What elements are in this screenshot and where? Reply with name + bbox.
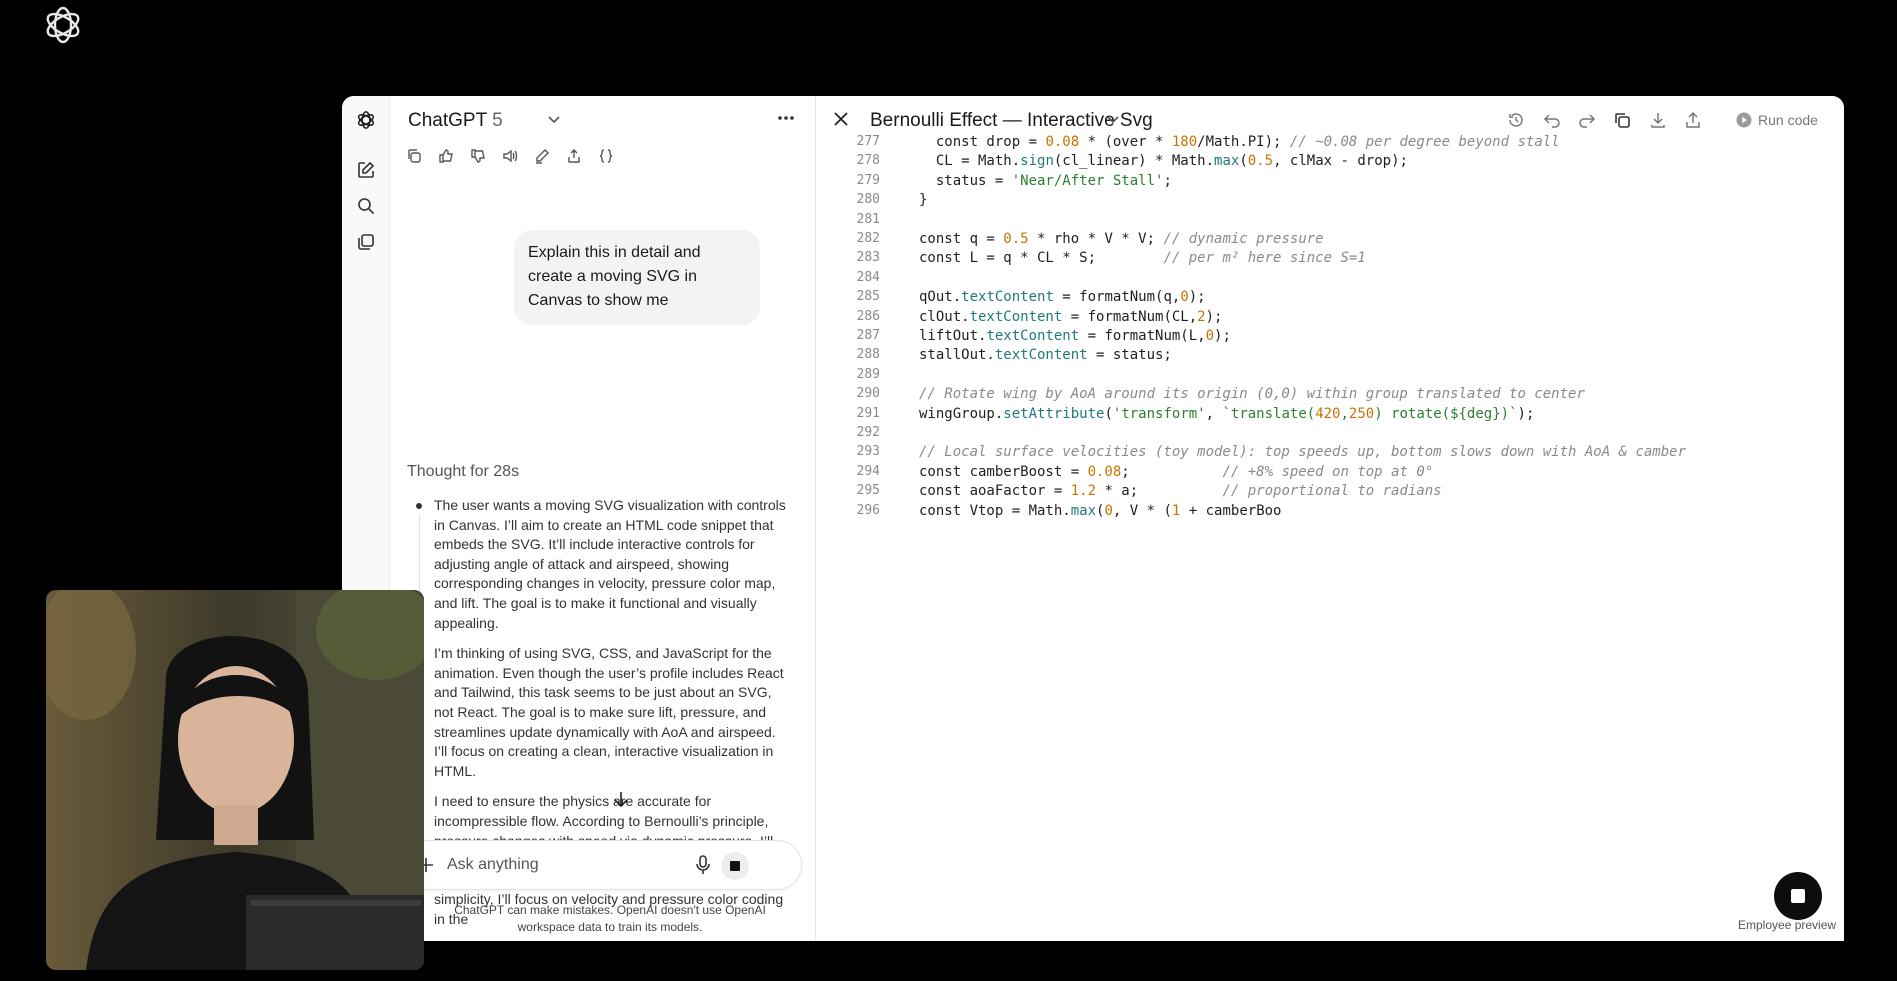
line-number: 286 [856,308,880,324]
line-number: 295 [856,483,880,499]
redo-icon[interactable] [1577,110,1597,130]
chevron-down-icon[interactable] [1107,116,1119,124]
code-text: const camberBoost = 0.08; // +8% speed o… [919,463,1434,480]
code-text: stallOut.textContent = status; [919,347,1172,364]
code-text: const L = q * CL * S; // per m² here sin… [919,250,1366,267]
code-text: clOut.textContent = formatNum(CL,2); [919,308,1223,325]
model-name-label: ChatGPT [408,110,487,131]
presenter-video-image [46,590,424,970]
code-braces-icon[interactable] [596,146,615,165]
code-text: // Local surface velocities (toy model):… [919,444,1687,461]
play-circle-icon [1736,112,1752,128]
line-number: 284 [856,269,880,285]
line-number: 293 [856,444,880,460]
reasoning-text: I’m thinking of using SVG, CSS, and Java… [434,645,784,779]
stop-button[interactable] [721,852,749,880]
user-message-bubble: Explain this in detail and create a movi… [514,230,760,325]
line-number: 288 [856,347,880,363]
line-number: 292 [856,425,880,440]
stop-generation-button[interactable] [1774,872,1822,920]
chevron-down-icon[interactable] [548,116,560,124]
thumbs-up-icon[interactable] [436,146,455,165]
message-actions [404,146,615,165]
model-selector[interactable]: ChatGPT 5 [408,110,503,132]
new-chat-icon[interactable] [354,158,378,182]
microphone-icon[interactable] [695,855,711,875]
line-number: 277 [856,134,880,149]
arrow-down-icon[interactable] [612,790,630,808]
more-options-icon[interactable] [778,116,794,120]
code-text: status = 'Near/After Stall'; [919,172,1172,189]
code-text: const q = 0.5 * rho * V * V; // dynamic … [919,231,1324,247]
run-code-button[interactable]: Run code [1736,107,1818,133]
openai-logo-icon [46,6,80,44]
code-text: const Vtop = Math.max(0, V * (1 + camber… [919,502,1282,519]
code-text: // Rotate wing by AoA around its origin … [919,386,1585,403]
reasoning-step: The user wants a moving SVG visualizatio… [412,496,792,644]
undo-icon[interactable] [1542,110,1562,130]
code-text: const drop = 0.08 * (over * 180/Math.PI)… [919,134,1560,150]
line-number: 290 [856,386,880,402]
stop-square-icon [730,861,740,871]
reasoning-step: { } I’m thinking of using SVG, CSS, and … [412,644,792,781]
code-text: wingGroup.setAttribute('transform', `tra… [919,405,1535,422]
download-icon[interactable] [1648,110,1668,130]
chat-header: ChatGPT 5 [390,96,815,142]
close-icon[interactable] [834,112,848,126]
code-text: CL = Math.sign(cl_linear) * Math.max(0.5… [919,153,1408,170]
line-number: 280 [856,192,880,208]
openai-logo-icon[interactable] [354,108,378,132]
app-window: ChatGPT 5 Explain this in detail and cre… [342,96,1844,941]
read-aloud-icon[interactable] [500,146,519,165]
code-text: const aoaFactor = 1.2 * a; // proportion… [919,483,1442,500]
stop-square-icon [1791,889,1805,903]
bullet-dot-icon [416,503,422,509]
canvas-panel: Bernoulli Effect — Interactive Svg Run c… [816,96,1844,941]
edit-in-canvas-icon[interactable] [532,146,551,165]
line-number: 279 [856,172,880,188]
copy-icon[interactable] [1612,110,1632,130]
chat-panel: ChatGPT 5 Explain this in detail and cre… [390,96,816,941]
code-text: } [919,192,928,209]
line-number: 287 [856,328,880,343]
line-number: 291 [856,405,880,421]
line-number: 282 [856,231,880,246]
history-icon[interactable] [1506,110,1526,130]
line-number: 278 [856,153,880,169]
disclaimer-text: ChatGPT can make mistakes. OpenAI doesn'… [454,903,766,934]
copy-icon[interactable] [404,146,423,165]
model-version-label: 5 [492,110,503,131]
line-number: 294 [856,463,880,479]
reasoning-text: The user wants a moving SVG visualizatio… [434,497,786,631]
code-text: qOut.textContent = formatNum(q,0); [919,289,1206,306]
code-text: liftOut.textContent = formatNum(L,0); [919,328,1231,344]
line-number: 283 [856,250,880,266]
thumbs-down-icon[interactable] [468,146,487,165]
line-number: 296 [856,502,880,518]
employee-preview-label: Employee preview [1738,918,1837,932]
line-number: 285 [856,289,880,305]
share-icon[interactable] [1683,110,1703,130]
line-number: 281 [856,211,880,227]
webcam-overlay [46,590,424,970]
chat-input[interactable] [447,853,687,877]
search-icon[interactable] [354,194,378,218]
run-code-label: Run code [1758,112,1818,128]
composer [404,840,802,890]
thought-duration-label[interactable]: Thought for 28s [407,463,519,481]
line-number: 289 [856,366,880,382]
share-icon[interactable] [564,146,583,165]
library-icon[interactable] [354,230,378,254]
